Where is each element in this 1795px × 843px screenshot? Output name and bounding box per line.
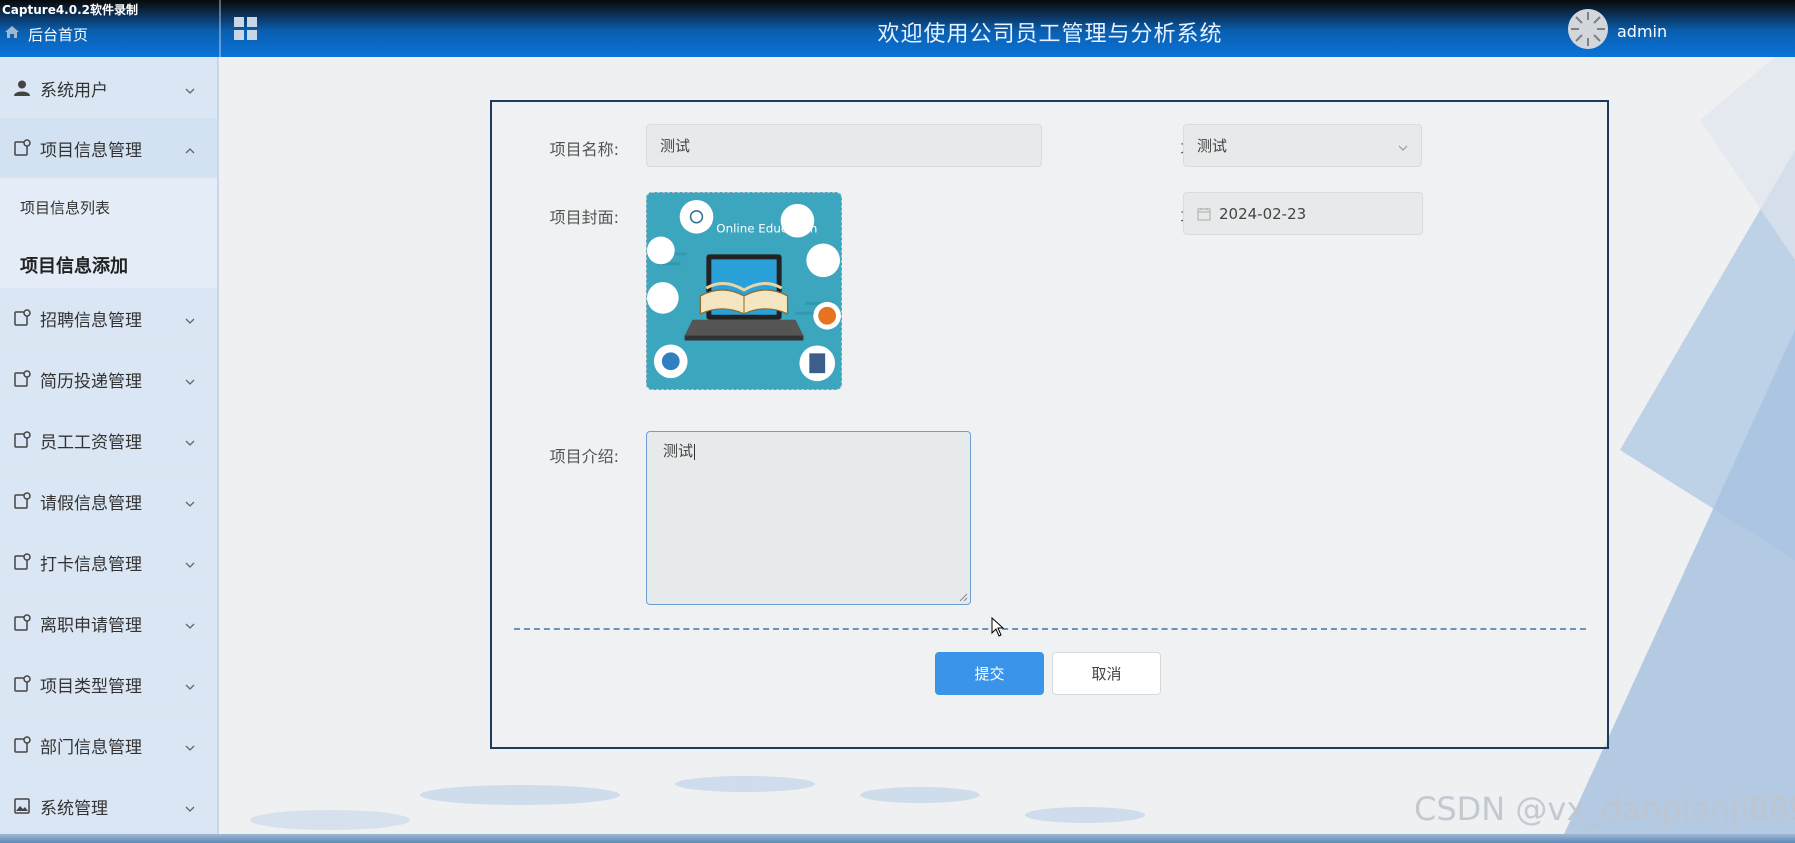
chevron-down-icon (184, 556, 196, 568)
project-cover-label: 项目封面: (549, 208, 619, 227)
document-icon (13, 675, 31, 693)
sidebar-item-label: 系统管理 (40, 798, 108, 819)
sidebar-item-label: 简历投递管理 (40, 371, 142, 392)
sidebar-item-project-type[interactable]: 项目类型管理 (0, 654, 217, 714)
document-icon (13, 614, 31, 632)
project-type-select[interactable]: 测试 (1183, 124, 1422, 167)
chevron-down-icon (184, 678, 196, 690)
user-icon (13, 79, 31, 97)
cancel-button[interactable]: 取消 (1052, 652, 1161, 695)
sidebar-item-label: 部门信息管理 (40, 737, 142, 758)
username[interactable]: admin (1617, 22, 1667, 41)
sidebar-item-resignation[interactable]: 离职申请管理 (0, 593, 217, 653)
chevron-down-icon (184, 495, 196, 507)
sidebar: 系统用户 项目信息管理 项目信息列表 项目信息添加 招聘信息管理 简历投递管理 … (0, 57, 219, 843)
top-header: Capture4.0.2软件录制 后台首页 欢迎使用公司员工管理与分析系统 ad… (0, 0, 1795, 57)
project-cover-upload[interactable]: Online Education (646, 192, 842, 390)
sidebar-item-label: 员工工资管理 (40, 432, 142, 453)
submit-button[interactable]: 提交 (935, 652, 1044, 695)
sidebar-item-label: 请假信息管理 (40, 493, 142, 514)
chevron-down-icon (184, 800, 196, 812)
document-icon (13, 553, 31, 571)
sidebar-item-salary[interactable]: 员工工资管理 (0, 410, 217, 470)
project-name-label: 项目名称: (549, 140, 619, 159)
document-icon (13, 370, 31, 388)
chevron-up-icon (184, 142, 196, 154)
project-name-value: 测试 (660, 137, 691, 155)
project-intro-value: 测试 (663, 442, 694, 460)
document-icon (13, 139, 31, 157)
sidebar-item-project-info[interactable]: 项目信息管理 (0, 118, 217, 178)
sidebar-item-label: 打卡信息管理 (40, 554, 142, 575)
sidebar-item-label: 招聘信息管理 (40, 310, 142, 331)
mouse-cursor-icon (991, 616, 1005, 637)
document-icon (13, 309, 31, 327)
document-icon (13, 492, 31, 510)
user-avatar[interactable] (1568, 9, 1608, 49)
text-caret (694, 443, 696, 460)
sidebar-item-label: 系统用户 (40, 80, 108, 101)
sidebar-item-label: 项目信息管理 (40, 140, 142, 161)
cover-image: Online Education (647, 193, 841, 389)
chevron-down-icon (1397, 140, 1409, 152)
sidebar-item-recruitment[interactable]: 招聘信息管理 (0, 288, 217, 348)
sidebar-item-label: 项目类型管理 (40, 676, 142, 697)
watermark: CSDN @vx_danpianji889 (1414, 790, 1795, 828)
chevron-down-icon (184, 434, 196, 446)
sidebar-item-department[interactable]: 部门信息管理 (0, 715, 217, 775)
project-name-input[interactable]: 测试 (646, 124, 1042, 167)
chevron-down-icon (184, 373, 196, 385)
project-type-value: 测试 (1197, 137, 1228, 155)
app-title: 欢迎使用公司员工管理与分析系统 (877, 22, 1223, 47)
sidebar-item-leave[interactable]: 请假信息管理 (0, 471, 217, 531)
chevron-down-icon (184, 617, 196, 629)
chevron-down-icon (184, 739, 196, 751)
resize-handle-icon[interactable] (959, 593, 968, 602)
calendar-icon (1197, 207, 1211, 221)
picture-icon (13, 797, 31, 815)
chevron-down-icon (184, 82, 196, 94)
sidebar-subitem-label: 项目信息添加 (20, 256, 128, 277)
bottom-bar (0, 834, 1795, 843)
cover-image-text: Online Education (716, 222, 817, 236)
project-time-value: 2024-02-23 (1219, 204, 1307, 223)
project-intro-textarea[interactable]: 测试 (646, 431, 971, 605)
chevron-down-icon (184, 312, 196, 324)
project-time-picker[interactable]: 2024-02-23 (1183, 192, 1423, 235)
sidebar-subitem-label: 项目信息列表 (20, 198, 111, 217)
sidebar-item-system-management[interactable]: 系统管理 (0, 776, 217, 836)
sidebar-item-label: 离职申请管理 (40, 615, 142, 636)
document-icon (13, 736, 31, 754)
project-add-form: 项目名称: 测试 项目类型: 测试 项目封面: Onlin (490, 100, 1609, 749)
form-divider (514, 628, 1586, 630)
document-icon (13, 431, 31, 449)
sidebar-item-resume[interactable]: 简历投递管理 (0, 349, 217, 409)
sidebar-item-system-users[interactable]: 系统用户 (0, 58, 217, 118)
sidebar-subitem-project-list[interactable]: 项目信息列表 (0, 178, 217, 236)
sidebar-item-attendance[interactable]: 打卡信息管理 (0, 532, 217, 592)
project-intro-label: 项目介绍: (549, 447, 619, 466)
sidebar-subitem-project-add[interactable]: 项目信息添加 (0, 236, 217, 294)
